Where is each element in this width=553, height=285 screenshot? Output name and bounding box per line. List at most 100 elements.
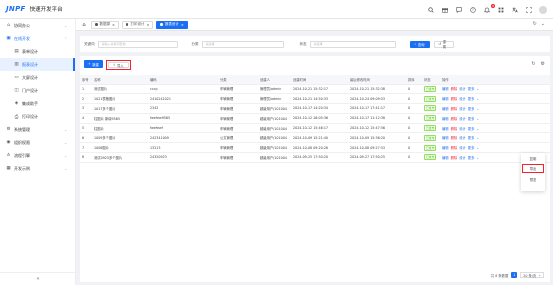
design-link[interactable]: 设计 xyxy=(459,107,466,111)
sidebar-item-label: 报表设计 xyxy=(22,61,38,67)
delete-link[interactable]: 删除 xyxy=(451,107,458,111)
design-link[interactable]: 设计 xyxy=(459,156,466,160)
search-icon[interactable] xyxy=(427,6,435,14)
sidebar-item-integration[interactable]: ◈ 集成助手 xyxy=(0,97,75,110)
home-tab-icon[interactable]: ⌂ xyxy=(80,21,88,29)
table-cell: 8 xyxy=(80,152,92,163)
edit-link[interactable]: 编辑 xyxy=(442,136,449,140)
status-badge: 已发布 xyxy=(424,154,437,161)
refresh-icon[interactable]: ↻ xyxy=(531,61,535,67)
table-row[interactable]: 2 1021表格图片 2410241021 车辆管理 管理员/admin 2024-10-… xyxy=(80,93,550,105)
sidebar-item-online-dev[interactable]: ▣ 在线开发 ⌃ xyxy=(0,32,75,45)
table-cell: 4 xyxy=(80,113,92,124)
message-icon[interactable] xyxy=(455,6,463,14)
table-row[interactable]: 1 测试图片 cccp 车辆管理 管理员/admin 2024-10-21 15:32:1… xyxy=(80,84,550,95)
delete-link[interactable]: 删除 xyxy=(451,117,458,121)
translate-icon[interactable] xyxy=(511,6,519,14)
logo[interactable]: JNPF 快速开发平台 xyxy=(0,5,76,13)
table-row[interactable]: 5 柱图片 fwefewf 车辆管理 超级用户/101004 2024-10-12 15:… xyxy=(80,123,550,134)
sidebar-item-office[interactable]: ⌂ 协同办公 ⌄ xyxy=(0,19,75,32)
more-link[interactable]: 更多 xyxy=(468,127,475,131)
chevron-down-icon: ⌄ xyxy=(64,166,67,171)
sidebar-item-portal-design[interactable]: ◫ 门户设计 xyxy=(0,84,75,97)
table-row[interactable]: 6 1009多个图片 242341009 公文管理 超级用户/101004 2024-10… xyxy=(80,132,550,144)
table-row[interactable]: 4 柱图片 新增9565 fwefew9565 车辆管理 超级用户/101004 2024… xyxy=(80,113,550,124)
delete-link[interactable]: 删除 xyxy=(451,146,458,150)
design-link[interactable]: 设计 xyxy=(459,146,466,150)
add-button[interactable]: + 新建 xyxy=(84,60,103,68)
table-cell: 超级用户/101004 xyxy=(258,113,291,124)
close-icon[interactable]: × xyxy=(112,23,115,27)
table-row[interactable]: 7 1008图片 13213 车辆管理 超级用户/101004 2024-10-08 09… xyxy=(80,142,550,154)
refresh-icon[interactable]: ↻ xyxy=(533,21,537,27)
page-size-select[interactable]: 20 条/页 ⌄ xyxy=(520,272,544,278)
logo-mark: JNPF xyxy=(6,5,26,13)
sidebar-item-screen-design[interactable]: ▭ 大屏设计 xyxy=(0,71,75,84)
more-link[interactable]: 更多 xyxy=(468,107,475,111)
avatar[interactable] xyxy=(539,5,547,14)
page-number[interactable]: 1 xyxy=(511,272,518,278)
delete-link[interactable]: 删除 xyxy=(451,136,458,140)
status-select[interactable]: 请选择 xyxy=(309,40,396,48)
gift-icon[interactable] xyxy=(441,6,449,14)
table-row[interactable]: 8 测试0925多个图片 24320923 车辆管理 超级用户/101004 2024-0… xyxy=(80,152,550,163)
delete-link[interactable]: 删除 xyxy=(451,97,458,101)
edit-link[interactable]: 编辑 xyxy=(442,97,449,101)
sidebar-item-system[interactable]: ⚙ 系统管理 ⌄ xyxy=(0,123,75,136)
sidebar-collapse-button[interactable]: « xyxy=(0,272,76,285)
more-link[interactable]: 更多 xyxy=(468,146,475,150)
delete-link[interactable]: 删除 xyxy=(451,127,458,131)
delete-link[interactable]: 删除 xyxy=(451,87,458,91)
status-cell: 已发布 xyxy=(422,142,440,154)
delete-link[interactable]: 删除 xyxy=(451,156,458,160)
help-icon[interactable]: ? xyxy=(469,6,477,14)
design-link[interactable]: 设计 xyxy=(459,127,466,131)
more-link[interactable]: 更多 xyxy=(468,97,475,101)
edit-link[interactable]: 编辑 xyxy=(442,107,449,111)
sidebar-item-report-design[interactable]: ▥ 报表设计 xyxy=(0,58,75,71)
column-header: 操作 xyxy=(440,75,550,85)
more-link[interactable]: 更多 xyxy=(468,117,475,121)
more-link[interactable]: 更多 xyxy=(468,156,475,160)
edit-link[interactable]: 编辑 xyxy=(442,117,449,121)
more-link[interactable]: 更多 xyxy=(468,136,475,140)
table-cell: 2024-10-08 09:27:53 xyxy=(348,142,406,154)
edit-link[interactable]: 编辑 xyxy=(442,156,449,160)
menu-item-copy[interactable]: 复制 xyxy=(521,153,545,163)
keyword-input[interactable]: 请输入关键词查询 xyxy=(97,40,178,48)
notification-badge: 9 xyxy=(491,3,495,8)
bell-icon[interactable]: 9 xyxy=(483,3,495,14)
sidebar-item-print-design[interactable]: ⎙ 打印设计 xyxy=(0,110,75,123)
menu-item-export[interactable]: 导出 xyxy=(522,164,544,173)
tab-report-design[interactable]: 报表设计 × xyxy=(156,20,188,29)
table-cell: 车辆管理 xyxy=(218,142,258,154)
sidebar-item-form-design[interactable]: ▤ 表单设计 xyxy=(0,45,75,58)
sidebar-item-flow[interactable]: ⋔ 流程引擎 ⌄ xyxy=(0,149,75,162)
category-select[interactable]: 请选择 xyxy=(201,40,284,48)
close-icon[interactable]: × xyxy=(181,23,184,27)
gear-icon[interactable]: ⚙ xyxy=(541,61,545,67)
design-link[interactable]: 设计 xyxy=(459,97,466,101)
design-link[interactable]: 设计 xyxy=(459,136,466,140)
close-icon[interactable]: × xyxy=(146,23,149,27)
tab-datasource[interactable]: 数据源 × xyxy=(91,20,119,29)
table-row[interactable]: 3 1017多个图片 2342 车辆管理 超级用户/101004 2024-10-17 1… xyxy=(80,103,550,114)
more-link[interactable]: 更多 xyxy=(468,87,475,91)
menu-item-preview[interactable]: 预览 xyxy=(521,174,545,184)
actions-cell: 编辑 删除 设计 更多 ⌄ xyxy=(440,132,550,144)
tab-print-design[interactable]: 打印设计 × xyxy=(121,20,154,29)
chevron-down-icon[interactable]: ⌄ xyxy=(541,21,545,27)
import-button[interactable]: ⇪ 导入 xyxy=(107,62,129,68)
sidebar-item-org[interactable]: ◉ 组织权限 ⌄ xyxy=(0,136,75,149)
sidebar-item-examples[interactable]: ▦ 开发示例 ⌄ xyxy=(0,162,75,175)
edit-link[interactable]: 编辑 xyxy=(442,87,449,91)
table-cell: 2024-10-09 15:21:40 xyxy=(291,132,348,144)
grid-icon[interactable] xyxy=(497,6,505,14)
edit-link[interactable]: 编辑 xyxy=(442,127,449,131)
query-button[interactable]: ⌕ 查询 xyxy=(409,40,430,48)
reset-button[interactable]: ↺ 重置 xyxy=(433,40,454,49)
design-link[interactable]: 设计 xyxy=(459,117,466,121)
fullscreen-icon[interactable] xyxy=(525,6,533,14)
design-link[interactable]: 设计 xyxy=(459,87,466,91)
edit-link[interactable]: 编辑 xyxy=(442,146,449,150)
